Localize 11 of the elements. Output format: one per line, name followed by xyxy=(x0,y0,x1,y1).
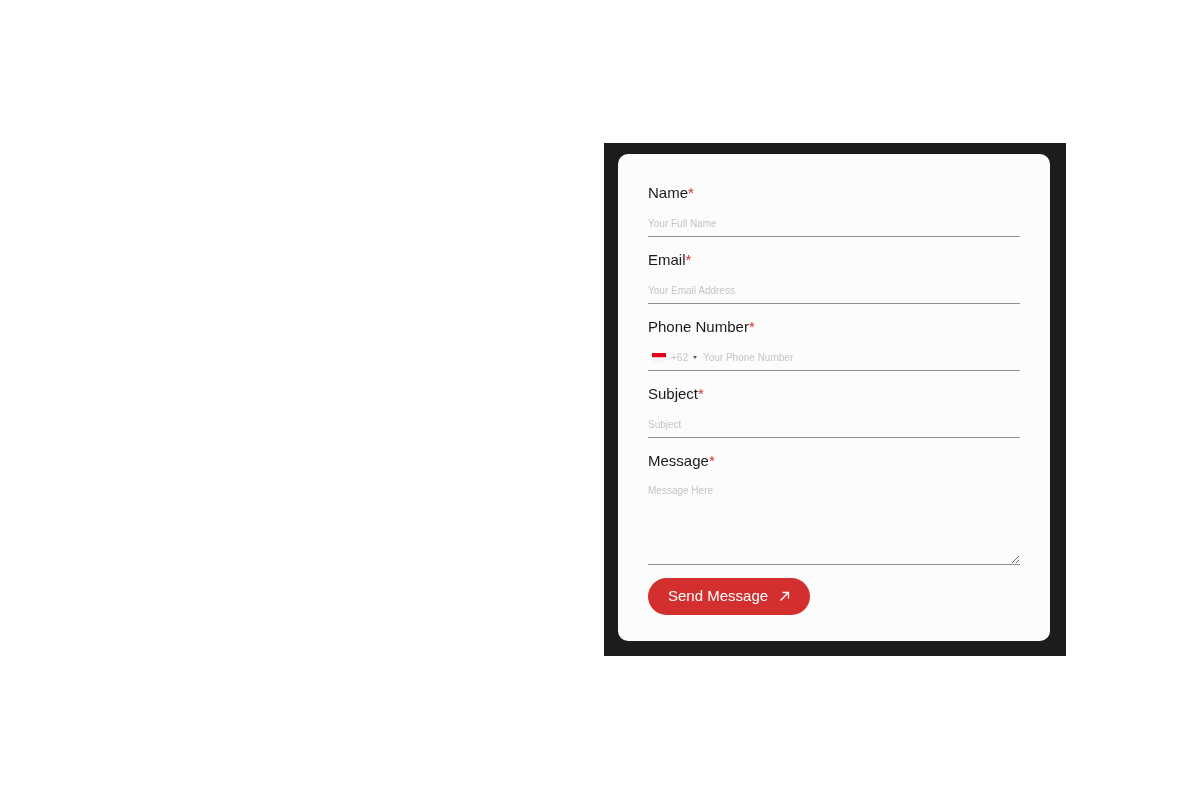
arrow-icon xyxy=(779,591,791,602)
field-label: Subject* xyxy=(648,384,704,404)
flag-icon xyxy=(652,353,666,362)
message-field[interactable]: Message Here xyxy=(648,479,1020,565)
field-label: Phone Number* xyxy=(648,317,755,337)
caret-icon xyxy=(692,356,697,359)
send-button[interactable]: Send Message xyxy=(648,578,811,615)
text-field[interactable]: Subject xyxy=(648,412,1020,438)
field-label: Message* xyxy=(648,451,715,471)
field-label: Email* xyxy=(648,250,692,270)
field-label: Name* xyxy=(648,183,694,203)
